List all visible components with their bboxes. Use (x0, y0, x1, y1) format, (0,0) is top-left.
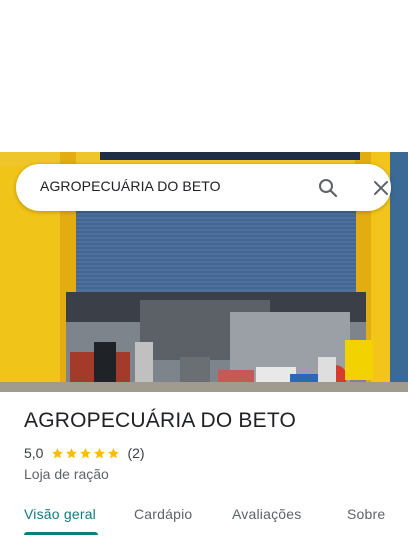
search-input[interactable]: AGROPECUÁRIA DO BETO (40, 178, 221, 194)
rating-row[interactable]: 5,0 (2) (24, 445, 145, 461)
tab-menu[interactable]: Cardápio (134, 506, 192, 522)
place-tabs: Visão geral Cardápio Avaliações Sobre (0, 490, 408, 544)
place-title: AGROPECUÁRIA DO BETO (24, 409, 297, 432)
star-icon (94, 447, 106, 458)
close-icon[interactable] (369, 176, 393, 200)
review-count[interactable]: (2) (127, 445, 144, 461)
rating-value: 5,0 (24, 445, 44, 461)
star-icon (66, 447, 78, 458)
tab-about[interactable]: Sobre (347, 506, 385, 522)
star-rating (51, 447, 121, 460)
star-icon (80, 447, 92, 458)
tab-overview[interactable]: Visão geral (24, 506, 96, 522)
place-category: Loja de ração (24, 466, 109, 482)
tab-reviews[interactable]: Avaliações (232, 506, 301, 522)
search-icon[interactable] (316, 176, 340, 200)
star-icon (52, 447, 64, 458)
search-bar[interactable]: AGROPECUÁRIA DO BETO (16, 164, 391, 211)
active-tab-indicator (24, 532, 98, 535)
star-icon (108, 447, 120, 458)
